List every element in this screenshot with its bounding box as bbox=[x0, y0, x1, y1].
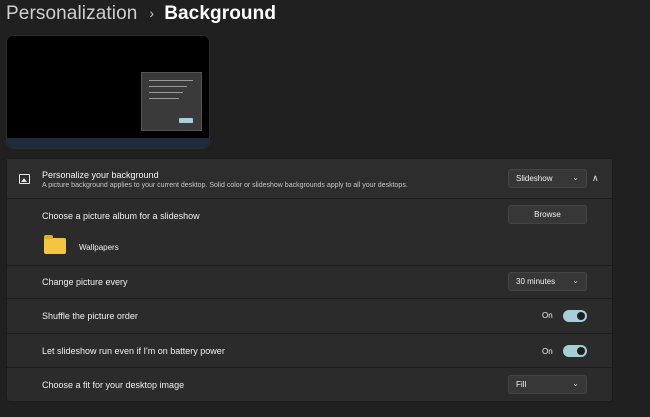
shuffle-row: Shuffle the picture order On bbox=[7, 299, 612, 334]
shuffle-state: On bbox=[542, 311, 553, 320]
preview-window bbox=[141, 72, 202, 131]
battery-row: Let slideshow run even if I'm on battery… bbox=[7, 334, 612, 368]
battery-label: Let slideshow run even if I'm on battery… bbox=[42, 345, 225, 356]
folder-name[interactable]: Wallpapers bbox=[79, 243, 119, 252]
preview-line bbox=[149, 86, 187, 87]
personalize-title: Personalize your background bbox=[42, 170, 159, 180]
breadcrumb: Personalization › Background bbox=[6, 2, 276, 26]
chevron-down-icon: ⌄ bbox=[572, 276, 579, 285]
interval-dropdown[interactable]: 30 minutes ⌄ bbox=[508, 272, 587, 291]
fit-value: Fill bbox=[516, 380, 527, 389]
personalize-description: A picture background applies to your cur… bbox=[42, 182, 408, 189]
shuffle-toggle[interactable] bbox=[563, 310, 587, 322]
breadcrumb-personalization[interactable]: Personalization bbox=[6, 3, 137, 25]
interval-label: Change picture every bbox=[42, 277, 128, 287]
image-icon bbox=[19, 174, 30, 184]
chevron-up-icon[interactable]: ∧ bbox=[592, 173, 599, 184]
chevron-down-icon: ⌄ bbox=[572, 173, 579, 182]
fit-dropdown[interactable]: Fill ⌄ bbox=[508, 375, 587, 394]
change-interval-row: Change picture every 30 minutes ⌄ bbox=[7, 266, 612, 299]
desktop-preview bbox=[6, 35, 210, 149]
personalize-background-row[interactable]: Personalize your background A picture ba… bbox=[7, 159, 612, 199]
background-type-dropdown[interactable]: Slideshow ⌄ bbox=[508, 169, 587, 188]
preview-line bbox=[149, 92, 183, 93]
preview-taskbar bbox=[7, 138, 209, 148]
preview-line bbox=[149, 80, 193, 81]
shuffle-label: Shuffle the picture order bbox=[42, 311, 138, 321]
page-title: Background bbox=[164, 3, 277, 24]
album-label: Choose a picture album for a slideshow bbox=[42, 211, 200, 221]
battery-toggle[interactable] bbox=[563, 345, 587, 357]
background-settings-card: Personalize your background A picture ba… bbox=[6, 158, 613, 402]
browse-button[interactable]: Browse bbox=[508, 205, 587, 224]
fit-row: Choose a fit for your desktop image Fill… bbox=[7, 368, 612, 402]
battery-state: On bbox=[542, 347, 553, 356]
toggle-knob bbox=[577, 347, 585, 355]
folder-icon bbox=[44, 235, 66, 254]
album-row: Choose a picture album for a slideshow B… bbox=[7, 199, 612, 266]
toggle-knob bbox=[577, 312, 585, 320]
preview-button bbox=[179, 118, 193, 123]
chevron-down-icon: ⌄ bbox=[572, 379, 579, 388]
settings-page: Personalization › Background Personalize… bbox=[0, 0, 650, 417]
interval-value: 30 minutes bbox=[516, 277, 556, 286]
preview-line bbox=[149, 98, 179, 99]
breadcrumb-separator-icon: › bbox=[149, 5, 155, 21]
background-type-value: Slideshow bbox=[516, 174, 553, 183]
fit-label: Choose a fit for your desktop image bbox=[42, 380, 185, 390]
